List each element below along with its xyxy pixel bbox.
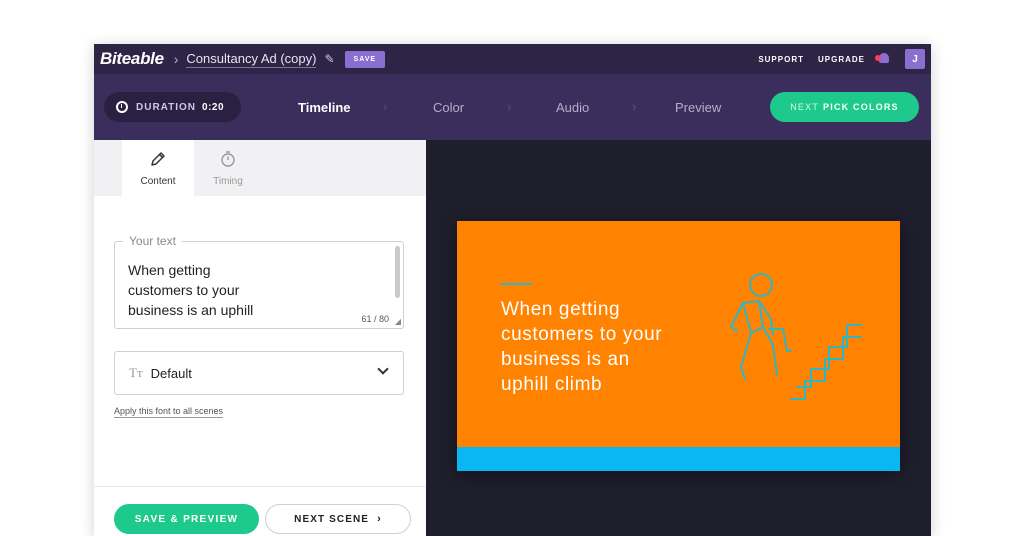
text-field-legend: Your text [123,234,182,248]
font-icon: Tт [129,365,143,380]
step-bar: DURATION 0:20 Timeline › Color › Audio ›… [94,74,931,140]
scene-text-input[interactable]: When getting customers to your business … [128,260,278,322]
chevron-right-icon: › [377,513,382,525]
scene-text-line: business is an [501,349,630,370]
brand-logo[interactable]: Biteable [100,49,164,69]
step-separator: › [383,99,388,114]
stopwatch-icon [116,101,128,113]
resize-handle-icon[interactable]: ◢ [395,317,401,326]
breadcrumb-separator: › [173,51,179,67]
text-field-scrollbar[interactable] [395,246,400,298]
project-title[interactable]: Consultancy Ad (copy) [186,51,317,68]
avatar[interactable]: J [905,49,925,69]
next-label-prefix: NEXT [790,102,820,112]
step-preview[interactable]: Preview [675,100,721,115]
upgrade-link[interactable]: UPGRADE [818,55,865,64]
editor-footer: SAVE & PREVIEW NEXT SCENE › [94,486,426,536]
tab-content[interactable]: Content [122,140,194,196]
step-separator: › [632,99,637,114]
notification-bell-icon[interactable] [875,52,891,66]
scene-text-line: uphill climb [501,374,603,395]
font-select-value: Default [150,365,192,381]
app-window: Biteable › Consultancy Ad (copy) ✎ SAVE … [94,44,931,536]
preview-area: When getting customers to your business … [426,140,931,536]
scene-preview-text: When getting customers to your business … [501,297,701,397]
apply-font-link[interactable]: Apply this font to all scenes [114,406,224,418]
support-link[interactable]: SUPPORT [758,55,804,64]
next-scene-button[interactable]: NEXT SCENE › [265,504,411,534]
duration-label: DURATION [136,101,197,113]
editor-panel: Content Timing Your text When getting cu… [94,140,426,536]
editor-tabs: Content Timing [94,140,426,196]
top-bar: Biteable › Consultancy Ad (copy) ✎ SAVE … [94,44,931,74]
notification-dot [875,55,881,61]
scene-text-field[interactable]: Your text When getting customers to your… [114,234,404,329]
next-pick-colors-button[interactable]: NEXT PICK COLORS [770,92,919,122]
scene-accent-line [500,283,532,285]
step-timeline[interactable]: Timeline [298,100,351,115]
step-color[interactable]: Color [433,100,464,115]
step-separator: › [507,99,512,114]
font-select[interactable]: Tт Default [114,351,404,395]
tab-timing[interactable]: Timing [192,140,264,196]
person-climbing-stairs-icon [730,273,862,400]
duration-value: 0:20 [202,101,225,113]
scene-text-line: customers to your [501,324,663,345]
scene-bottom-bar [457,447,900,471]
save-preview-button[interactable]: SAVE & PREVIEW [114,504,259,534]
next-label-main: PICK COLORS [823,102,899,112]
step-audio[interactable]: Audio [556,100,589,115]
next-scene-label: NEXT SCENE [294,513,370,525]
character-counter: 61 / 80 [361,314,389,324]
tab-content-label: Content [140,176,176,187]
stopwatch-icon [221,151,235,167]
tab-timing-label: Timing [213,176,243,187]
chevron-down-icon [377,363,389,375]
scene-text-line: When getting [501,299,621,320]
pencil-icon [151,152,165,166]
top-right-menu: SUPPORT UPGRADE J [744,49,925,69]
save-button[interactable]: SAVE [344,50,386,68]
scene-preview[interactable]: When getting customers to your business … [457,221,900,471]
duration-pill: DURATION 0:20 [104,92,241,122]
page: Biteable › Consultancy Ad (copy) ✎ SAVE … [0,0,1024,536]
edit-title-pencil-icon[interactable]: ✎ [324,52,334,66]
